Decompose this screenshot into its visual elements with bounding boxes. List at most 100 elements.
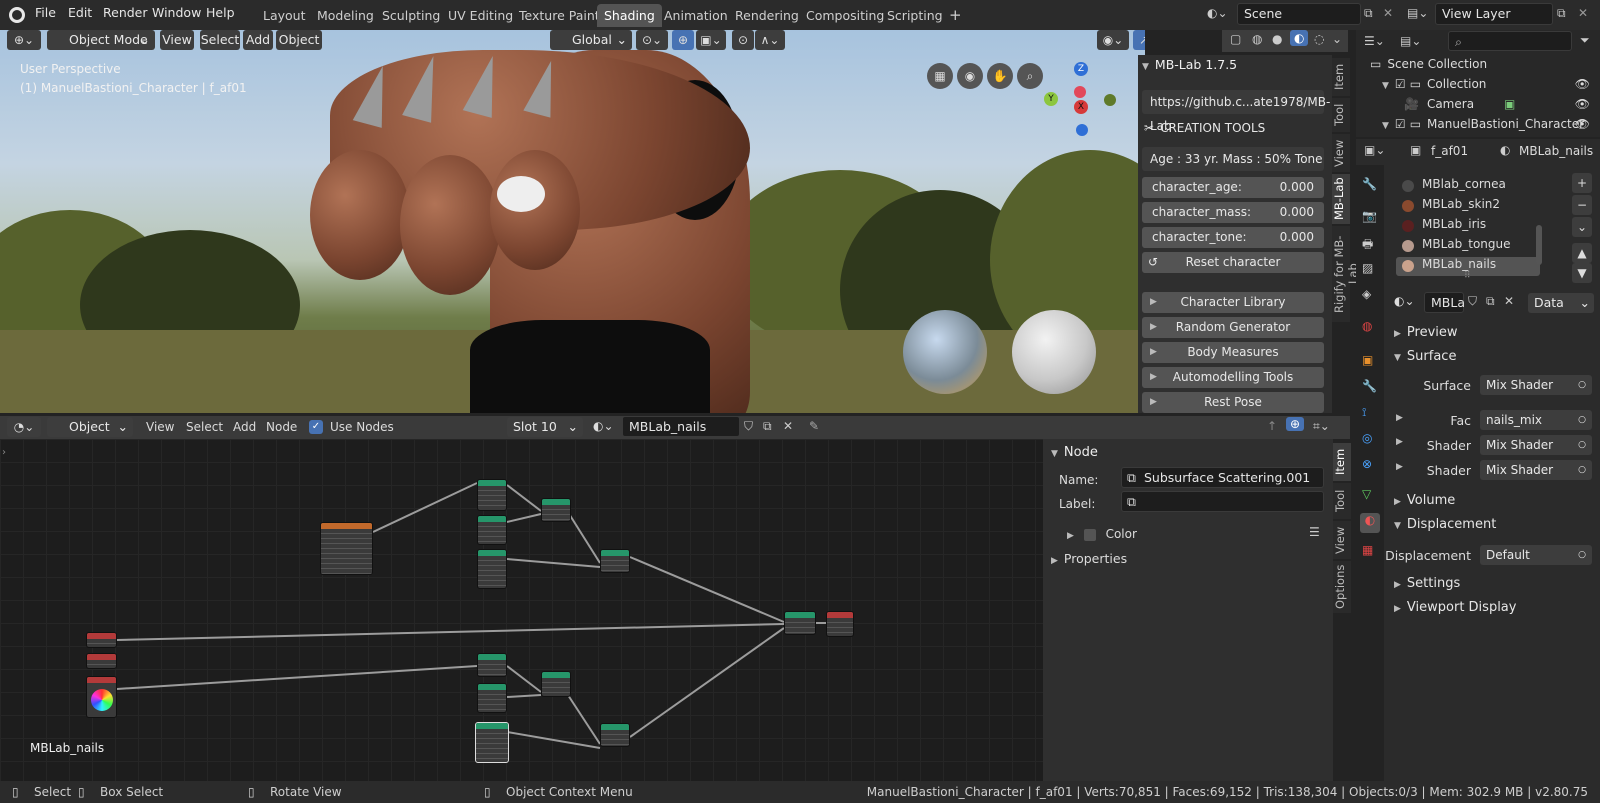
pan-view-icon[interactable]: ✋ xyxy=(987,63,1013,89)
x-axis-icon[interactable]: X xyxy=(1074,100,1088,114)
toggle-camera-view-icon[interactable]: ▦ xyxy=(927,63,953,89)
mblab-url[interactable]: https://github.c...ate1978/MB-Lab xyxy=(1142,90,1330,133)
image-texture-node[interactable] xyxy=(320,522,373,575)
snap-node-icon[interactable]: ⊕ xyxy=(1286,417,1305,431)
reset-character-button[interactable]: ↺ Reset character xyxy=(1142,252,1324,273)
tab-item[interactable]: Item xyxy=(1332,58,1350,96)
scene-field[interactable]: Scene xyxy=(1237,3,1361,25)
material-browse-icon[interactable]: ◐⌄ xyxy=(1394,294,1415,308)
mix-shader-node[interactable] xyxy=(784,611,816,635)
copy-scene-icon[interactable]: ⧉ xyxy=(1364,6,1373,21)
slider-character-age[interactable]: character_age: 0.000 xyxy=(1142,177,1324,198)
snap-icon[interactable]: ⊕ xyxy=(672,30,694,50)
material-shading-icon[interactable]: ◐ xyxy=(1290,30,1309,46)
section-surface[interactable]: ▼ Surface xyxy=(1394,349,1456,364)
node-editor-canvas[interactable]: MBLab_nails › xyxy=(0,439,1043,781)
scene-icon[interactable]: ◐⌄ xyxy=(1207,6,1228,20)
unlink-material-icon[interactable]: ✕ xyxy=(1504,294,1514,308)
node-menu-select[interactable]: Select xyxy=(186,420,223,434)
pin-icon[interactable]: ✎ xyxy=(809,419,819,433)
texture-tab-icon[interactable]: ▦ xyxy=(1362,543,1373,557)
material-slot-list[interactable]: MBlab_cornea MBLab_skin2 MBLab_iris MBLa… xyxy=(1394,175,1544,283)
material-output-node[interactable] xyxy=(826,611,854,637)
color-checkbox[interactable] xyxy=(1083,528,1096,541)
output-tab-icon[interactable]: 🖶 xyxy=(1362,235,1373,256)
properties-section[interactable]: ▶ Properties xyxy=(1051,551,1127,566)
z-axis-icon[interactable]: Z xyxy=(1074,62,1088,76)
material-slot[interactable]: MBLab_iris xyxy=(1396,217,1540,236)
node-name-field[interactable]: ⧉ Subsurface Scattering.001 xyxy=(1121,467,1324,488)
neg-y-axis-icon[interactable] xyxy=(1104,94,1116,106)
particles-tab-icon[interactable]: ⟟ xyxy=(1362,405,1366,420)
modifier-tab-icon[interactable]: 🔧 xyxy=(1362,379,1377,393)
material-tab-icon[interactable]: ◐ xyxy=(1360,513,1380,533)
checkbox-icon[interactable]: ☑ xyxy=(1395,77,1406,91)
section-viewport-display[interactable]: ▶ Viewport Display xyxy=(1394,600,1516,615)
gizmo-icon[interactable]: ↗ xyxy=(1133,30,1145,50)
node-menu-add[interactable]: Add xyxy=(233,420,256,434)
falloff-icon[interactable]: ∧⌄ xyxy=(755,30,785,50)
outliner-item-camera[interactable]: 🎥 Camera ▣ 👁 xyxy=(1404,97,1598,111)
viewport-menu-add[interactable]: Add xyxy=(243,30,273,50)
material-browse-icon[interactable]: ◐⌄ xyxy=(593,419,614,433)
shader-node[interactable] xyxy=(477,683,507,713)
surface-shader-field[interactable]: Mix Shader ○ xyxy=(1480,375,1592,395)
material-slot[interactable]: MBlab_cornea xyxy=(1396,177,1540,196)
constraints-tab-icon[interactable]: ⊗ xyxy=(1362,457,1372,471)
xray-icon[interactable]: ▢ xyxy=(1230,32,1241,46)
render-tab-icon[interactable]: 📷 xyxy=(1362,209,1377,223)
tab-uv-editing[interactable]: UV Editing xyxy=(441,4,520,27)
proportional-edit-icon[interactable]: ⊙ xyxy=(732,30,754,50)
neg-z-axis-icon[interactable] xyxy=(1076,124,1088,136)
section-automodelling-tools[interactable]: ▶ Automodelling Tools xyxy=(1142,367,1324,388)
view-layer-field[interactable]: View Layer xyxy=(1435,3,1553,25)
slot-select[interactable]: Slot 10 ⌄ xyxy=(507,417,583,437)
rendered-shading-icon[interactable]: ◌ xyxy=(1314,32,1324,46)
section-character-library[interactable]: ▶ Character Library xyxy=(1142,292,1324,313)
transform-orientation[interactable]: Global ⌄ xyxy=(550,30,632,50)
fake-user-icon[interactable]: ⛉ xyxy=(1468,294,1477,309)
menu-render[interactable]: Render xyxy=(103,5,148,20)
tab-texture-paint[interactable]: Texture Paint xyxy=(512,4,607,27)
color-picker-node[interactable] xyxy=(86,676,117,718)
tab-mblab[interactable]: MB-Lab xyxy=(1332,174,1350,224)
toolbar-toggle-icon[interactable]: › xyxy=(2,447,6,458)
displacement-field[interactable]: Default ○ xyxy=(1480,545,1592,565)
tab-tool[interactable]: Tool xyxy=(1332,98,1350,132)
mode-select[interactable]: Object Mode ⌄ xyxy=(47,30,155,50)
tab-view[interactable]: View xyxy=(1332,134,1350,172)
list-resize-handle[interactable]: ⠿ xyxy=(1464,271,1471,281)
blender-logo-icon[interactable] xyxy=(9,7,25,23)
duplicate-material-icon[interactable]: ⧉ xyxy=(763,419,772,434)
mix-shader-node[interactable] xyxy=(600,723,630,747)
material-name-field[interactable]: MBLab_nails xyxy=(622,416,740,437)
tool-tab-icon[interactable]: 🔧 xyxy=(1362,177,1377,191)
mix-shader-node[interactable] xyxy=(541,671,571,697)
section-volume[interactable]: ▶ Volume xyxy=(1394,493,1455,508)
snap-target-icon[interactable]: ▣⌄ xyxy=(696,30,726,50)
object-tab-icon[interactable]: ▣ xyxy=(1362,353,1373,367)
menu-edit[interactable]: Edit xyxy=(68,5,92,20)
scene-tab-icon[interactable]: ◈ xyxy=(1362,287,1371,301)
menu-file[interactable]: File xyxy=(35,5,56,20)
color-presets-icon[interactable]: ☰ xyxy=(1309,525,1320,539)
node-tab-item[interactable]: Item xyxy=(1333,443,1351,481)
3d-viewport[interactable]: ⊕⌄ Object Mode ⌄ View Select Add Object … xyxy=(0,30,1145,413)
tab-scripting[interactable]: Scripting xyxy=(880,4,950,27)
visibility-icon[interactable]: ◉⌄ xyxy=(1097,30,1129,50)
parent-node-tree-icon[interactable]: ↑ xyxy=(1267,419,1277,433)
section-displacement[interactable]: ▼ Displacement xyxy=(1394,517,1496,532)
slider-character-mass[interactable]: character_mass: 0.000 xyxy=(1142,202,1324,223)
remove-slot-button[interactable]: − xyxy=(1572,195,1592,215)
add-slot-button[interactable]: + xyxy=(1572,173,1592,193)
fake-user-icon[interactable]: ⛉ xyxy=(744,419,753,434)
editor-type-icon[interactable]: ⊕⌄ xyxy=(7,30,41,50)
viewport-menu-select[interactable]: Select xyxy=(200,30,240,50)
node-label-field[interactable]: ⧉ xyxy=(1121,491,1324,512)
viewport-menu-view[interactable]: View xyxy=(160,30,194,50)
scene-collection-row[interactable]: ▭ Scene Collection xyxy=(1370,57,1487,71)
axis-gizmo[interactable]: Z Y X xyxy=(1040,60,1120,140)
section-rest-pose[interactable]: ▶ Rest Pose xyxy=(1142,392,1324,413)
outliner-display-icon[interactable]: ▤⌄ xyxy=(1400,34,1421,48)
tab-rendering[interactable]: Rendering xyxy=(728,4,806,27)
